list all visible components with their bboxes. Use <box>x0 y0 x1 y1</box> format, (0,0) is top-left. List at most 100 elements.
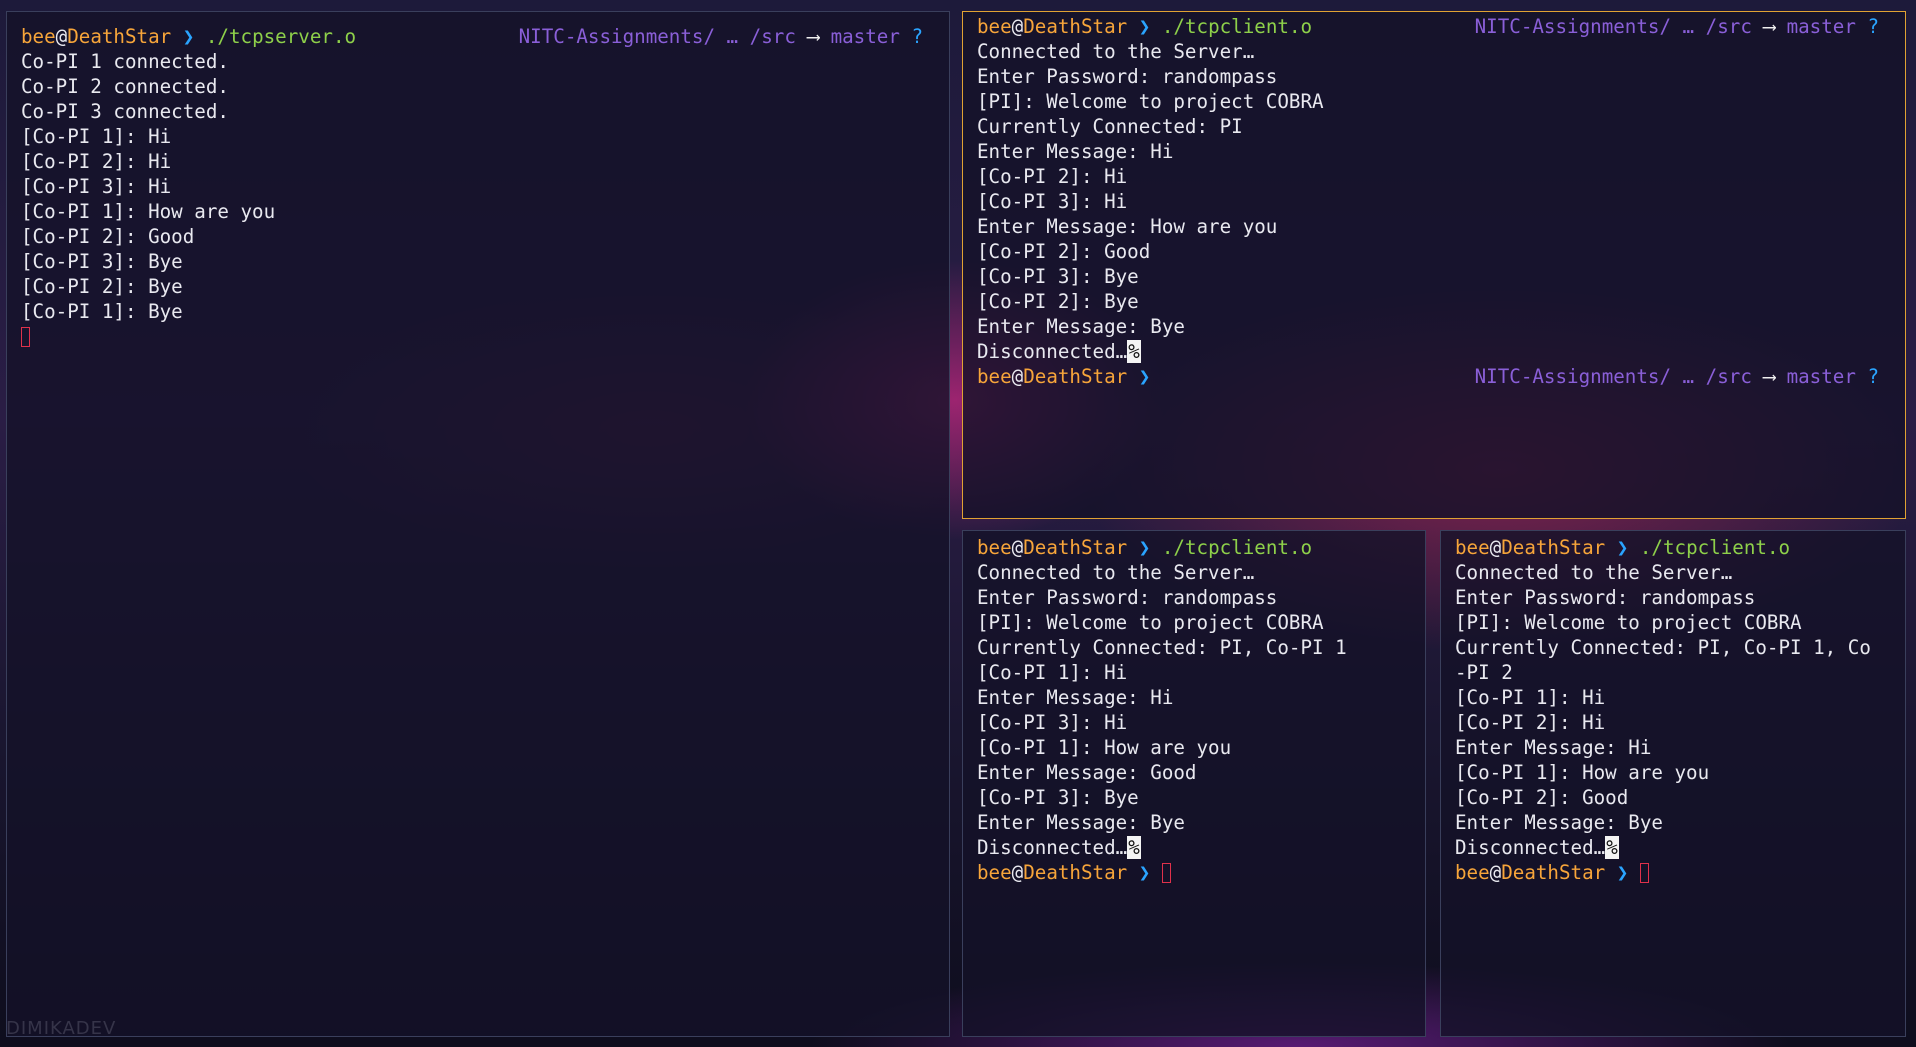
git-status: ? <box>911 25 923 48</box>
git-path: NITC-Assignments/ … /src <box>1474 365 1752 388</box>
right-prompt: NITC-Assignments/ … /src ⟶ master ? <box>1475 14 1879 39</box>
output-line: -PI 2 <box>1455 661 1513 684</box>
disconnect-text: Disconnected… <box>977 836 1128 859</box>
output-line: Enter Password: randompass <box>977 65 1278 88</box>
output-line: [Co-PI 1]: Hi <box>21 125 172 148</box>
right-prompt: NITC-Assignments/ … /src ⟶ master ? <box>519 24 923 49</box>
prompt-user: bee <box>977 365 1012 388</box>
prompt-chevron-icon: ❯ <box>1138 15 1151 38</box>
prompt-host: DeathStar <box>1023 536 1128 559</box>
output-line: Connected to the Server… <box>977 561 1255 584</box>
prompt-line: bee@DeathStar ❯ <box>977 860 1425 885</box>
output-line: [PI]: Welcome to project COBRA <box>977 90 1324 113</box>
cursor-line <box>21 324 949 349</box>
output-line: Enter Password: randompass <box>1455 586 1756 609</box>
prompt-host: DeathStar <box>67 25 172 48</box>
prompt-chevron-icon: ❯ <box>1138 861 1151 884</box>
terminal-pane-server[interactable]: bee@DeathStar ❯ ./tcpserver.o NITC-Assign… <box>6 11 950 1037</box>
output-line: [Co-PI 1]: How are you <box>21 200 276 223</box>
prompt-host: DeathStar <box>1501 861 1606 884</box>
branch-arrow-icon: ⟶ <box>1763 15 1775 38</box>
wallpaper-watermark: DIMIKADEV <box>6 1018 117 1039</box>
output-line: [Co-PI 2]: Hi <box>21 150 172 173</box>
output-line: [Co-PI 1]: How are you <box>1455 761 1710 784</box>
output-line: Enter Message: Bye <box>977 315 1185 338</box>
prompt-user: bee <box>21 25 56 48</box>
prompt-chevron-icon: ❯ <box>1616 536 1629 559</box>
terminal-pane-client-copi-a[interactable]: bee@DeathStar ❯ ./tcpclient.o Connected … <box>962 530 1426 1037</box>
output-line: [Co-PI 2]: Bye <box>977 290 1139 313</box>
right-prompt: NITC-Assignments/ … /src ⟶ master ? <box>1475 364 1879 389</box>
output-line: [PI]: Welcome to project COBRA <box>977 611 1324 634</box>
branch-arrow-icon: ⟶ <box>807 25 819 48</box>
end-of-output-marker: % <box>1127 340 1141 363</box>
prompt-at: @ <box>1489 861 1502 884</box>
output-line: [Co-PI 3]: Bye <box>977 786 1139 809</box>
output-line: Connected to the Server… <box>977 40 1255 63</box>
git-branch: master <box>830 25 900 48</box>
command-text: ./tcpclient.o <box>1161 536 1313 559</box>
prompt-user: bee <box>1455 861 1490 884</box>
output-line: [Co-PI 2]: Good <box>977 240 1151 263</box>
end-of-output-marker: % <box>1127 836 1141 859</box>
output-line: [Co-PI 1]: Hi <box>1455 686 1606 709</box>
command-text: ./tcpclient.o <box>1161 15 1313 38</box>
command-text: ./tcpclient.o <box>1639 536 1791 559</box>
output-line: Enter Message: Bye <box>1455 811 1663 834</box>
prompt-host: DeathStar <box>1023 861 1128 884</box>
prompt-line: bee@DeathStar ❯ ./tcpclient.o <box>977 535 1425 560</box>
output-line: [Co-PI 2]: Hi <box>977 165 1128 188</box>
terminal-pane-client-copi-b[interactable]: bee@DeathStar ❯ ./tcpclient.o Connected … <box>1440 530 1906 1037</box>
disconnect-line: Disconnected…% <box>1455 835 1905 860</box>
text-cursor <box>1161 863 1171 883</box>
prompt-chevron-icon: ❯ <box>182 25 195 48</box>
output-line: [Co-PI 2]: Good <box>1455 786 1629 809</box>
output-line: [Co-PI 1]: Hi <box>977 661 1128 684</box>
disconnect-line: Disconnected…% <box>977 835 1425 860</box>
output-line: [Co-PI 1]: Bye <box>21 300 183 323</box>
output-line: [PI]: Welcome to project COBRA <box>1455 611 1802 634</box>
output-line: [Co-PI 3]: Hi <box>21 175 172 198</box>
output-line: Enter Password: randompass <box>977 586 1278 609</box>
prompt-line: bee@DeathStar ❯ ./tcpclient.o <box>1455 535 1905 560</box>
terminal-pane-client-pi[interactable]: bee@DeathStar ❯ ./tcpclient.o NITC-Assign… <box>962 11 1906 519</box>
git-path: NITC-Assignments/ … /src <box>1474 15 1752 38</box>
output-line: Co-PI 2 connected. <box>21 75 229 98</box>
prompt-host: DeathStar <box>1023 15 1128 38</box>
prompt-line: bee@DeathStar ❯ <box>1455 860 1905 885</box>
output-line: Currently Connected: PI, Co-PI 1 <box>977 636 1347 659</box>
output-line: Enter Message: Hi <box>977 140 1174 163</box>
output-line: Co-PI 3 connected. <box>21 100 229 123</box>
prompt-line: bee@DeathStar ❯ ./tcpclient.o NITC-Assign… <box>977 14 1905 39</box>
prompt-user: bee <box>977 861 1012 884</box>
output-line: [Co-PI 3]: Bye <box>21 250 183 273</box>
prompt-at: @ <box>55 25 68 48</box>
text-cursor <box>1639 863 1649 883</box>
git-branch: master <box>1786 15 1856 38</box>
output-line: Enter Message: How are you <box>977 215 1278 238</box>
prompt-user: bee <box>1455 536 1490 559</box>
output-line: Connected to the Server… <box>1455 561 1733 584</box>
prompt-user: bee <box>977 15 1012 38</box>
output-line: Currently Connected: PI <box>977 115 1243 138</box>
output-line: [Co-PI 2]: Good <box>21 225 195 248</box>
output-line: [Co-PI 2]: Bye <box>21 275 183 298</box>
git-path: NITC-Assignments/ … /src <box>518 25 796 48</box>
output-line: [Co-PI 3]: Bye <box>977 265 1139 288</box>
disconnect-line: Disconnected…% <box>977 339 1905 364</box>
prompt-at: @ <box>1011 861 1024 884</box>
prompt-chevron-icon: ❯ <box>1138 536 1151 559</box>
prompt-at: @ <box>1011 15 1024 38</box>
output-line: [Co-PI 1]: How are you <box>977 736 1232 759</box>
prompt-user: bee <box>977 536 1012 559</box>
text-cursor <box>21 327 30 347</box>
output-line: [Co-PI 3]: Hi <box>977 190 1128 213</box>
prompt-host: DeathStar <box>1023 365 1128 388</box>
git-status: ? <box>1867 15 1879 38</box>
prompt-chevron-icon: ❯ <box>1138 365 1151 388</box>
output-line: Enter Message: Bye <box>977 811 1185 834</box>
output-line: [Co-PI 3]: Hi <box>977 711 1128 734</box>
prompt-at: @ <box>1489 536 1502 559</box>
prompt-host: DeathStar <box>1501 536 1606 559</box>
git-branch: master <box>1786 365 1856 388</box>
